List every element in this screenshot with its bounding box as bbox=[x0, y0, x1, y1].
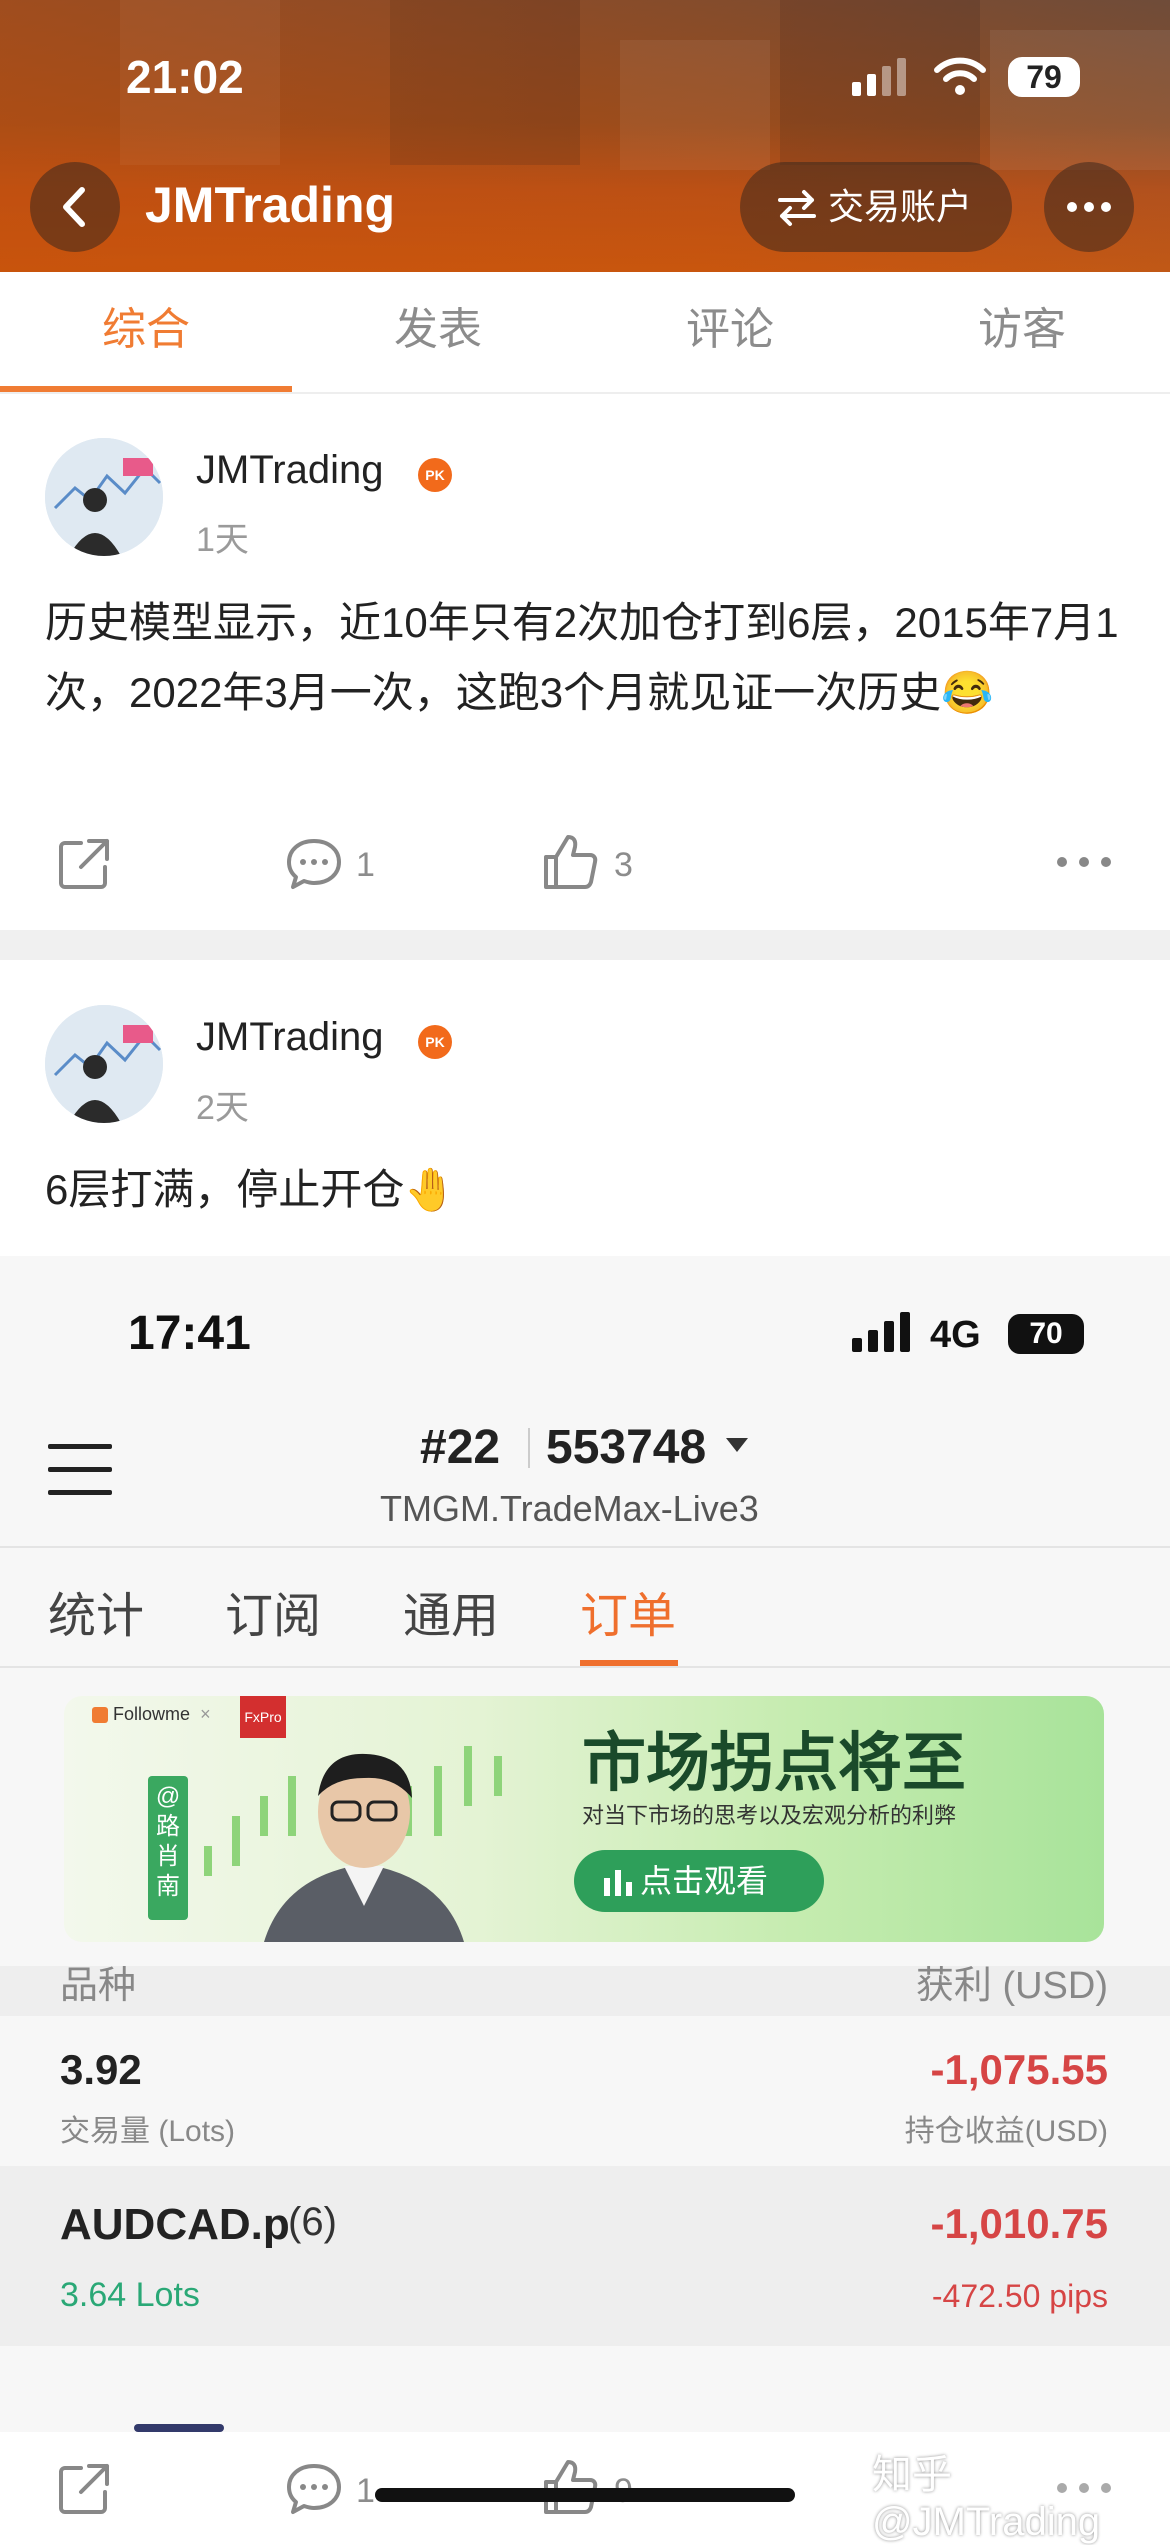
page-title: JMTrading bbox=[145, 177, 396, 233]
back-button[interactable] bbox=[30, 162, 120, 252]
share-icon[interactable] bbox=[55, 835, 113, 893]
total-pnl: -1,075.55 bbox=[930, 2046, 1108, 2093]
comment-count: 1 bbox=[356, 846, 375, 884]
network-type: 4G bbox=[930, 1314, 981, 1356]
ad-watch-button[interactable]: 点击观看 bbox=[574, 1850, 824, 1912]
trading-account-label: 交易账户 bbox=[828, 186, 973, 227]
comment-count: 1 bbox=[356, 2472, 375, 2510]
avatar[interactable] bbox=[45, 1005, 163, 1123]
ad-subtitle: 对当下市场的思考以及宏观分析的利弊 bbox=[582, 1803, 957, 1828]
tab-overview[interactable]: 综合 bbox=[0, 272, 292, 392]
tab-posts[interactable]: 发表 bbox=[292, 272, 584, 392]
divider bbox=[0, 1666, 1170, 1668]
hamburger-menu-icon[interactable] bbox=[48, 1442, 112, 1498]
trading-account-button[interactable]: 交易账户 bbox=[740, 162, 1012, 252]
position-count: (6) bbox=[288, 2200, 337, 2244]
more-dots-icon bbox=[1067, 202, 1111, 212]
ad-headline: 市场拐点将至 bbox=[582, 1727, 966, 1799]
position-lots: 3.64 Lots bbox=[60, 2276, 200, 2314]
presenter-photo-icon bbox=[264, 1753, 464, 1942]
signal-icon bbox=[852, 1312, 910, 1352]
server-name: TMGM.TradeMax-Live3 bbox=[380, 1488, 759, 1529]
wifi-icon bbox=[934, 57, 986, 95]
like-icon[interactable] bbox=[540, 833, 598, 891]
post-author[interactable]: JMTrading bbox=[196, 1015, 383, 1060]
profile-header: 21:02 79 JMTrading 交易账户 bbox=[0, 0, 1170, 272]
status-time: 21:02 bbox=[126, 51, 244, 103]
divider bbox=[0, 392, 1170, 394]
table-header-right: 获利 (USD) bbox=[915, 1966, 1108, 2007]
position-pnl: -1,010.75 bbox=[930, 2200, 1108, 2247]
ad-banner[interactable]: Followme × FxPro @路肖南 市场拐点将至 对当下市场的思考以及宏… bbox=[64, 1696, 1104, 1942]
like-icon[interactable] bbox=[540, 2458, 598, 2516]
battery-indicator: 70 bbox=[1008, 1314, 1084, 1354]
account-number: #22 bbox=[420, 1421, 501, 1474]
total-lots: 3.92 bbox=[60, 2046, 142, 2093]
pk-badge-icon: PK bbox=[418, 1025, 452, 1059]
chevron-left-icon bbox=[63, 187, 85, 227]
tab-subscriptions[interactable]: 订阅 bbox=[225, 1576, 321, 1646]
table-header-left: 品种 bbox=[60, 1966, 137, 2007]
tab-comments[interactable]: 评论 bbox=[584, 272, 876, 392]
ad-brand-followme: Followme × bbox=[92, 1704, 211, 1725]
total-lots-label: 交易量 (Lots) bbox=[60, 2115, 236, 2148]
partial-row bbox=[134, 2424, 224, 2432]
caret-down-icon[interactable] bbox=[726, 1438, 748, 1454]
swap-icon bbox=[778, 190, 816, 226]
home-indicator bbox=[375, 2488, 795, 2502]
post-text[interactable]: 历史模型显示，近10年只有2次加仓打到6层，2015年7月1次，2022年3月一… bbox=[45, 588, 1135, 728]
account-id[interactable]: 553748 bbox=[546, 1420, 706, 1475]
tab-orders[interactable]: 订单 bbox=[580, 1576, 676, 1646]
post-time: 1天 bbox=[196, 521, 249, 559]
ad-brand-fxpro: FxPro bbox=[240, 1696, 286, 1738]
post-image[interactable]: 17:41 4G 70 #22 553748 TMGM.TradeMax-Liv… bbox=[0, 1256, 1170, 2432]
table-row[interactable]: AUDCAD.p (6) 3.64 Lots -1,010.75 -472.50… bbox=[0, 2166, 1170, 2346]
bar-chart-icon bbox=[604, 1870, 632, 1896]
post-separator bbox=[0, 930, 1170, 960]
share-icon[interactable] bbox=[55, 2460, 113, 2518]
post-text[interactable]: 6层打满，停止开仓🤚 bbox=[45, 1155, 1135, 1225]
more-button[interactable] bbox=[1044, 162, 1134, 252]
table-header: 品种 获利 (USD) bbox=[0, 1966, 1170, 2016]
position-symbol: AUDCAD.p bbox=[60, 2200, 290, 2249]
embedded-status-time: 17:41 bbox=[128, 1307, 251, 1360]
summary-row: 3.92 交易量 (Lots) -1,075.55 持仓收益(USD) bbox=[0, 2016, 1170, 2166]
pk-badge-icon: PK bbox=[418, 458, 452, 492]
position-pips: -472.50 pips bbox=[931, 2278, 1108, 2314]
comment-icon[interactable] bbox=[285, 835, 343, 893]
more-dots-icon[interactable] bbox=[1054, 850, 1114, 874]
tab-general[interactable]: 通用 bbox=[403, 1576, 499, 1646]
divider bbox=[0, 1546, 1170, 1548]
comment-icon[interactable] bbox=[285, 2460, 343, 2518]
post-author[interactable]: JMTrading bbox=[196, 448, 383, 493]
tab-visitors[interactable]: 访客 bbox=[876, 272, 1168, 392]
watermark: 知乎 @JMTrading bbox=[872, 2453, 1101, 2544]
signal-icon bbox=[852, 58, 906, 96]
like-count: 3 bbox=[614, 846, 633, 884]
battery-indicator: 79 bbox=[1008, 57, 1080, 97]
divider bbox=[528, 1428, 530, 1468]
total-pnl-label: 持仓收益(USD) bbox=[904, 2115, 1108, 2148]
post-time: 2天 bbox=[196, 1089, 249, 1127]
ad-side-tag: @路肖南 bbox=[148, 1776, 188, 1920]
avatar[interactable] bbox=[45, 438, 163, 556]
tab-statistics[interactable]: 统计 bbox=[48, 1576, 144, 1646]
